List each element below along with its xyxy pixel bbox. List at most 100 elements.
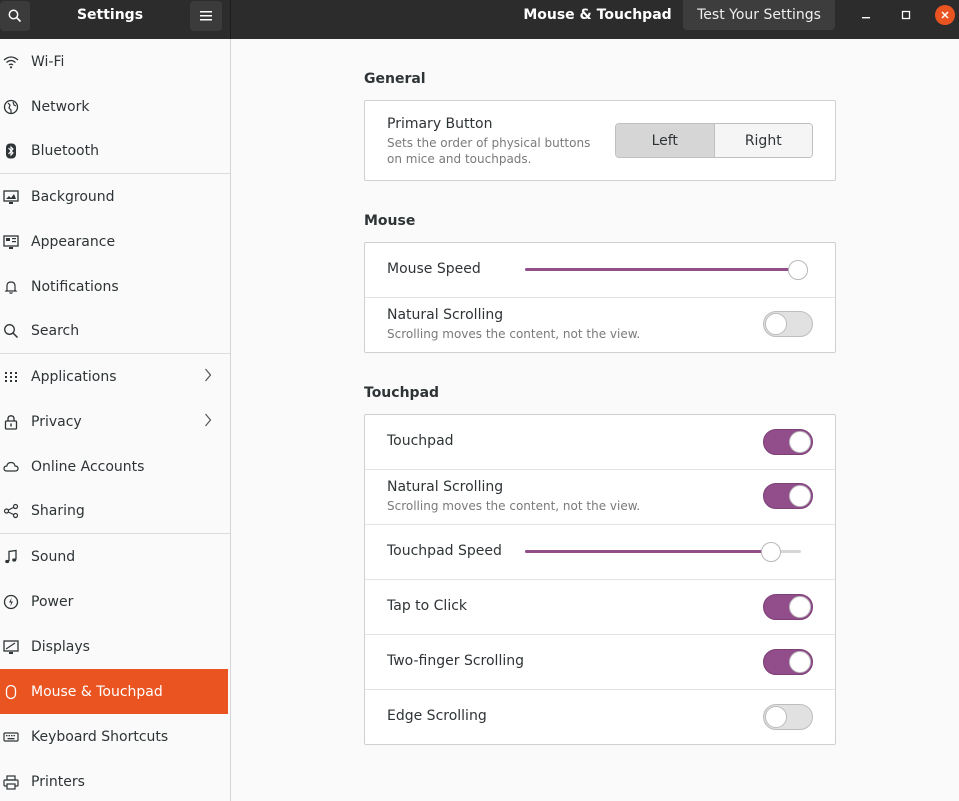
sidebar-item-notifications[interactable]: Notifications [0, 264, 230, 309]
search-icon [3, 323, 19, 339]
chevron-right-icon [204, 413, 212, 431]
music-note-icon [3, 549, 19, 565]
sidebar-item-sharing[interactable]: Sharing [0, 489, 230, 534]
sidebar-item-displays[interactable]: Displays [0, 624, 230, 669]
sidebar-item-search[interactable]: Search [0, 309, 230, 354]
sidebar-item-network[interactable]: Network [0, 84, 230, 129]
slider-fill [525, 268, 799, 271]
right-button-option[interactable]: Right [714, 124, 812, 157]
sidebar-item-label: Printers [31, 773, 85, 790]
tap-to-click-label: Tap to Click [387, 598, 468, 614]
left-button-option[interactable]: Left [616, 124, 715, 157]
sidebar: Wi-Fi Network Bluetooth Background Appea… [0, 39, 231, 801]
touchpad-label: Touchpad [387, 433, 454, 449]
sidebar-item-label: Wi-Fi [31, 53, 65, 70]
sidebar-item-label: Displays [31, 638, 90, 655]
sidebar-item-label: Notifications [31, 278, 119, 295]
close-button[interactable] [935, 5, 955, 25]
search-button[interactable] [0, 1, 30, 31]
header-bar: Settings Mouse & Touchpad Test Your Sett… [0, 0, 959, 39]
primary-button-title: Primary Button [387, 116, 493, 132]
settings-title: Settings [76, 7, 144, 23]
maximize-icon [901, 10, 911, 20]
sidebar-item-online-accounts[interactable]: Online Accounts [0, 444, 230, 489]
slider-knob[interactable] [788, 260, 809, 280]
sidebar-item-label: Search [31, 323, 80, 339]
minimize-button[interactable] [856, 5, 876, 25]
general-card: Primary Button Sets the order of physica… [364, 100, 836, 181]
mouse-natural-scrolling-subtitle: Scrolling moves the content, not the vie… [387, 327, 641, 341]
sidebar-item-label: Online Accounts [31, 458, 145, 475]
sidebar-item-applications[interactable]: Applications [0, 354, 230, 399]
section-title-general: General [364, 71, 426, 87]
sidebar-item-label: Appearance [31, 233, 116, 250]
edge-scrolling-label: Edge Scrolling [387, 708, 487, 724]
touchpad-speed-slider[interactable] [525, 541, 801, 563]
sidebar-item-appearance[interactable]: Appearance [0, 219, 230, 264]
bluetooth-icon [3, 143, 19, 159]
touchpad-switch[interactable] [763, 429, 813, 455]
display-icon [3, 639, 19, 655]
primary-button-subtitle-line1: Sets the order of physical buttons [387, 136, 591, 150]
two-finger-scrolling-label: Two-finger Scrolling [387, 653, 524, 669]
search-icon [8, 9, 22, 23]
mouse-speed-slider[interactable] [525, 259, 809, 281]
sidebar-item-power[interactable]: Power [0, 579, 230, 624]
switch-knob [789, 485, 811, 507]
two-finger-scrolling-row: Two-finger Scrolling [365, 635, 835, 690]
printer-icon [3, 774, 19, 790]
sidebar-item-printers[interactable]: Printers [0, 759, 230, 801]
sidebar-item-label: Power [31, 593, 74, 610]
slider-knob[interactable] [760, 542, 781, 562]
sidebar-item-label: Applications [31, 368, 117, 385]
mouse-speed-label: Mouse Speed [387, 261, 481, 277]
tap-to-click-switch[interactable] [763, 594, 813, 620]
primary-button-row: Primary Button Sets the order of physica… [365, 101, 835, 180]
keyboard-icon [3, 729, 19, 745]
menu-button[interactable] [190, 1, 222, 31]
chevron-right-icon [204, 368, 212, 386]
mouse-speed-row: Mouse Speed [365, 243, 835, 298]
tap-to-click-row: Tap to Click [365, 580, 835, 635]
touchpad-natural-scrolling-row: Natural Scrolling Scrolling moves the co… [365, 470, 835, 525]
test-settings-button[interactable]: Test Your Settings [683, 0, 835, 30]
sidebar-item-keyboard-shortcuts[interactable]: Keyboard Shortcuts [0, 714, 230, 759]
touchpad-row: Touchpad [365, 415, 835, 470]
touchpad-natural-scrolling-switch[interactable] [763, 483, 813, 509]
sidebar-item-sound[interactable]: Sound [0, 534, 230, 579]
mouse-icon [3, 684, 19, 700]
sidebar-item-mouse-touchpad[interactable]: Mouse & Touchpad [0, 669, 228, 714]
switch-knob [765, 313, 787, 335]
touchpad-natural-scrolling-subtitle: Scrolling moves the content, not the vie… [387, 499, 641, 513]
mouse-natural-scrolling-title: Natural Scrolling [387, 307, 504, 323]
touchpad-speed-label: Touchpad Speed [387, 543, 502, 559]
sidebar-item-wifi[interactable]: Wi-Fi [0, 39, 230, 84]
section-title-touchpad: Touchpad [364, 385, 440, 401]
maximize-button[interactable] [896, 5, 916, 25]
touchpad-speed-row: Touchpad Speed [365, 525, 835, 580]
sidebar-item-privacy[interactable]: Privacy [0, 399, 230, 444]
switch-knob [765, 706, 787, 728]
sidebar-item-label: Keyboard Shortcuts [31, 728, 169, 745]
sidebar-item-label: Sharing [31, 503, 85, 519]
apps-grid-icon [3, 369, 19, 385]
slider-fill [525, 550, 771, 553]
edge-scrolling-switch[interactable] [763, 704, 813, 730]
mouse-card: Mouse Speed Natural Scrolling Scrolling … [364, 242, 836, 353]
touchpad-card: Touchpad Natural Scrolling Scrolling mov… [364, 414, 836, 745]
sidebar-item-bluetooth[interactable]: Bluetooth [0, 129, 230, 174]
mouse-natural-scrolling-row: Natural Scrolling Scrolling moves the co… [365, 298, 835, 352]
sidebar-item-label: Network [31, 98, 90, 115]
close-icon [941, 11, 949, 19]
two-finger-scrolling-switch[interactable] [763, 649, 813, 675]
sidebar-header: Settings [0, 0, 231, 39]
main-panel: General Primary Button Sets the order of… [232, 39, 959, 801]
cloud-icon [3, 459, 19, 475]
mouse-natural-scrolling-switch[interactable] [763, 311, 813, 337]
sidebar-item-label: Sound [31, 548, 76, 565]
network-icon [3, 99, 19, 115]
page-title: Mouse & Touchpad [523, 7, 672, 23]
touchpad-natural-scrolling-title: Natural Scrolling [387, 479, 504, 495]
bell-icon [3, 279, 19, 295]
sidebar-item-background[interactable]: Background [0, 174, 230, 219]
